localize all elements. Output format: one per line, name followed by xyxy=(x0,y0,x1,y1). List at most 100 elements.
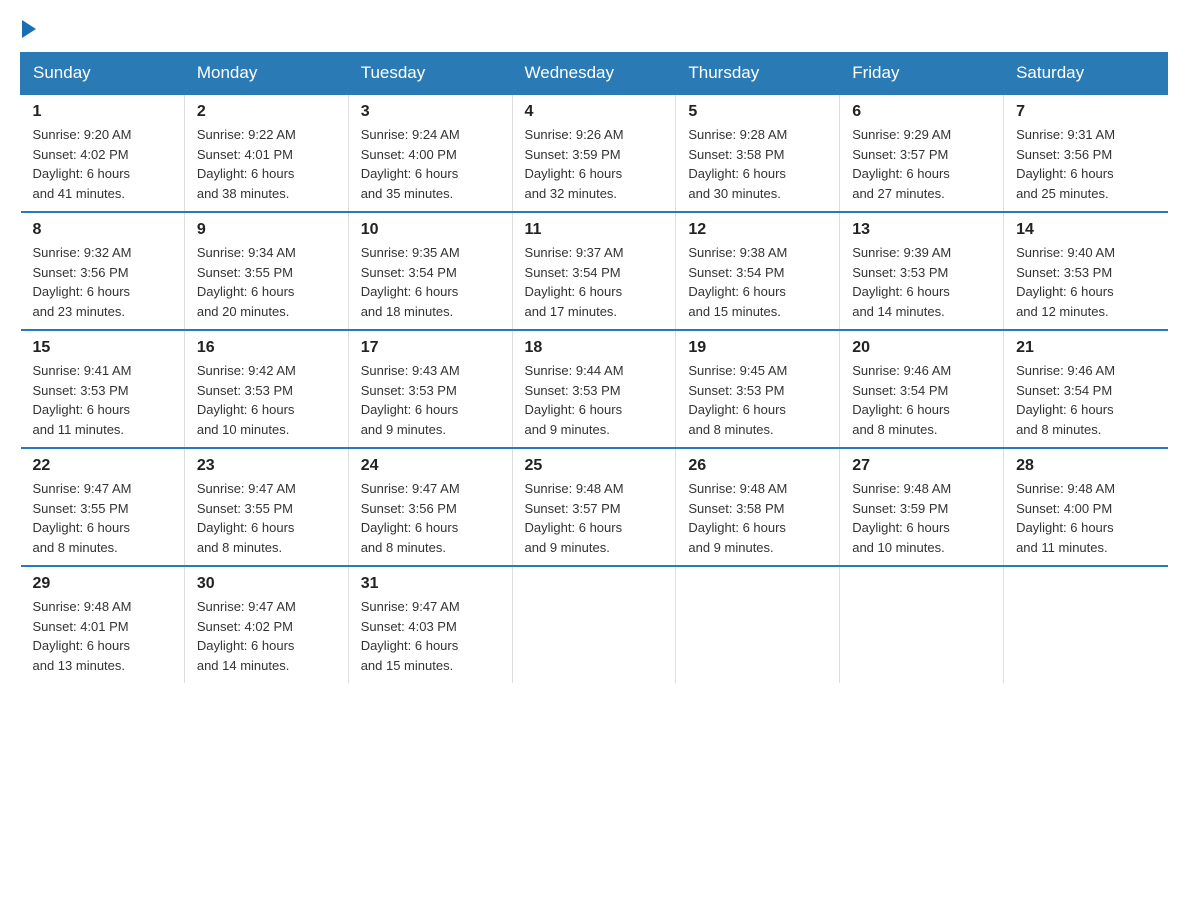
day-info: Sunrise: 9:47 AMSunset: 3:55 PMDaylight:… xyxy=(33,479,172,557)
day-info: Sunrise: 9:41 AMSunset: 3:53 PMDaylight:… xyxy=(33,361,172,439)
day-info: Sunrise: 9:24 AMSunset: 4:00 PMDaylight:… xyxy=(361,125,500,203)
calendar-header-row: SundayMondayTuesdayWednesdayThursdayFrid… xyxy=(21,53,1168,95)
calendar-table: SundayMondayTuesdayWednesdayThursdayFrid… xyxy=(20,52,1168,683)
day-info: Sunrise: 9:37 AMSunset: 3:54 PMDaylight:… xyxy=(525,243,664,321)
day-info: Sunrise: 9:47 AMSunset: 3:56 PMDaylight:… xyxy=(361,479,500,557)
logo-general xyxy=(20,20,36,38)
day-info: Sunrise: 9:35 AMSunset: 3:54 PMDaylight:… xyxy=(361,243,500,321)
day-info: Sunrise: 9:39 AMSunset: 3:53 PMDaylight:… xyxy=(852,243,991,321)
day-info: Sunrise: 9:47 AMSunset: 4:03 PMDaylight:… xyxy=(361,597,500,675)
page-header xyxy=(20,20,1168,32)
day-number: 8 xyxy=(33,221,172,239)
day-info: Sunrise: 9:48 AMSunset: 4:01 PMDaylight:… xyxy=(33,597,172,675)
calendar-day-cell: 10 Sunrise: 9:35 AMSunset: 3:54 PMDaylig… xyxy=(348,212,512,330)
day-number: 27 xyxy=(852,457,991,475)
day-info: Sunrise: 9:40 AMSunset: 3:53 PMDaylight:… xyxy=(1016,243,1155,321)
calendar-day-cell: 11 Sunrise: 9:37 AMSunset: 3:54 PMDaylig… xyxy=(512,212,676,330)
day-number: 20 xyxy=(852,339,991,357)
day-number: 7 xyxy=(1016,103,1155,121)
day-info: Sunrise: 9:46 AMSunset: 3:54 PMDaylight:… xyxy=(1016,361,1155,439)
calendar-week-row: 22 Sunrise: 9:47 AMSunset: 3:55 PMDaylig… xyxy=(21,448,1168,566)
calendar-day-cell: 25 Sunrise: 9:48 AMSunset: 3:57 PMDaylig… xyxy=(512,448,676,566)
calendar-day-cell: 13 Sunrise: 9:39 AMSunset: 3:53 PMDaylig… xyxy=(840,212,1004,330)
day-number: 1 xyxy=(33,103,172,121)
calendar-day-cell: 23 Sunrise: 9:47 AMSunset: 3:55 PMDaylig… xyxy=(184,448,348,566)
calendar-day-cell: 12 Sunrise: 9:38 AMSunset: 3:54 PMDaylig… xyxy=(676,212,840,330)
day-info: Sunrise: 9:32 AMSunset: 3:56 PMDaylight:… xyxy=(33,243,172,321)
empty-cell xyxy=(1004,566,1168,683)
logo-arrow-icon xyxy=(22,20,36,38)
day-info: Sunrise: 9:48 AMSunset: 3:59 PMDaylight:… xyxy=(852,479,991,557)
day-info: Sunrise: 9:20 AMSunset: 4:02 PMDaylight:… xyxy=(33,125,172,203)
day-info: Sunrise: 9:34 AMSunset: 3:55 PMDaylight:… xyxy=(197,243,336,321)
calendar-day-cell: 28 Sunrise: 9:48 AMSunset: 4:00 PMDaylig… xyxy=(1004,448,1168,566)
calendar-week-row: 1 Sunrise: 9:20 AMSunset: 4:02 PMDayligh… xyxy=(21,94,1168,212)
day-number: 18 xyxy=(525,339,664,357)
calendar-day-cell: 5 Sunrise: 9:28 AMSunset: 3:58 PMDayligh… xyxy=(676,94,840,212)
empty-cell xyxy=(512,566,676,683)
day-number: 12 xyxy=(688,221,827,239)
column-header-sunday: Sunday xyxy=(21,53,185,95)
day-info: Sunrise: 9:48 AMSunset: 4:00 PMDaylight:… xyxy=(1016,479,1155,557)
day-number: 2 xyxy=(197,103,336,121)
calendar-day-cell: 3 Sunrise: 9:24 AMSunset: 4:00 PMDayligh… xyxy=(348,94,512,212)
day-number: 22 xyxy=(33,457,172,475)
day-number: 3 xyxy=(361,103,500,121)
day-number: 16 xyxy=(197,339,336,357)
calendar-day-cell: 24 Sunrise: 9:47 AMSunset: 3:56 PMDaylig… xyxy=(348,448,512,566)
calendar-day-cell: 8 Sunrise: 9:32 AMSunset: 3:56 PMDayligh… xyxy=(21,212,185,330)
logo xyxy=(20,20,36,32)
day-number: 31 xyxy=(361,575,500,593)
day-number: 9 xyxy=(197,221,336,239)
calendar-day-cell: 1 Sunrise: 9:20 AMSunset: 4:02 PMDayligh… xyxy=(21,94,185,212)
day-number: 14 xyxy=(1016,221,1155,239)
day-number: 29 xyxy=(33,575,172,593)
column-header-thursday: Thursday xyxy=(676,53,840,95)
day-number: 19 xyxy=(688,339,827,357)
calendar-day-cell: 30 Sunrise: 9:47 AMSunset: 4:02 PMDaylig… xyxy=(184,566,348,683)
calendar-day-cell: 18 Sunrise: 9:44 AMSunset: 3:53 PMDaylig… xyxy=(512,330,676,448)
day-number: 15 xyxy=(33,339,172,357)
day-info: Sunrise: 9:48 AMSunset: 3:57 PMDaylight:… xyxy=(525,479,664,557)
day-info: Sunrise: 9:47 AMSunset: 3:55 PMDaylight:… xyxy=(197,479,336,557)
column-header-tuesday: Tuesday xyxy=(348,53,512,95)
day-number: 17 xyxy=(361,339,500,357)
day-number: 6 xyxy=(852,103,991,121)
calendar-week-row: 29 Sunrise: 9:48 AMSunset: 4:01 PMDaylig… xyxy=(21,566,1168,683)
calendar-day-cell: 4 Sunrise: 9:26 AMSunset: 3:59 PMDayligh… xyxy=(512,94,676,212)
calendar-day-cell: 14 Sunrise: 9:40 AMSunset: 3:53 PMDaylig… xyxy=(1004,212,1168,330)
calendar-day-cell: 7 Sunrise: 9:31 AMSunset: 3:56 PMDayligh… xyxy=(1004,94,1168,212)
day-number: 5 xyxy=(688,103,827,121)
column-header-friday: Friday xyxy=(840,53,1004,95)
day-number: 21 xyxy=(1016,339,1155,357)
day-info: Sunrise: 9:31 AMSunset: 3:56 PMDaylight:… xyxy=(1016,125,1155,203)
calendar-day-cell: 2 Sunrise: 9:22 AMSunset: 4:01 PMDayligh… xyxy=(184,94,348,212)
calendar-week-row: 8 Sunrise: 9:32 AMSunset: 3:56 PMDayligh… xyxy=(21,212,1168,330)
day-number: 30 xyxy=(197,575,336,593)
column-header-monday: Monday xyxy=(184,53,348,95)
empty-cell xyxy=(840,566,1004,683)
calendar-day-cell: 21 Sunrise: 9:46 AMSunset: 3:54 PMDaylig… xyxy=(1004,330,1168,448)
calendar-day-cell: 17 Sunrise: 9:43 AMSunset: 3:53 PMDaylig… xyxy=(348,330,512,448)
empty-cell xyxy=(676,566,840,683)
day-number: 26 xyxy=(688,457,827,475)
calendar-day-cell: 9 Sunrise: 9:34 AMSunset: 3:55 PMDayligh… xyxy=(184,212,348,330)
day-number: 4 xyxy=(525,103,664,121)
day-info: Sunrise: 9:26 AMSunset: 3:59 PMDaylight:… xyxy=(525,125,664,203)
calendar-day-cell: 31 Sunrise: 9:47 AMSunset: 4:03 PMDaylig… xyxy=(348,566,512,683)
column-header-saturday: Saturday xyxy=(1004,53,1168,95)
day-number: 11 xyxy=(525,221,664,239)
day-number: 28 xyxy=(1016,457,1155,475)
day-info: Sunrise: 9:43 AMSunset: 3:53 PMDaylight:… xyxy=(361,361,500,439)
day-info: Sunrise: 9:22 AMSunset: 4:01 PMDaylight:… xyxy=(197,125,336,203)
day-number: 10 xyxy=(361,221,500,239)
day-number: 24 xyxy=(361,457,500,475)
day-info: Sunrise: 9:48 AMSunset: 3:58 PMDaylight:… xyxy=(688,479,827,557)
calendar-day-cell: 6 Sunrise: 9:29 AMSunset: 3:57 PMDayligh… xyxy=(840,94,1004,212)
day-info: Sunrise: 9:47 AMSunset: 4:02 PMDaylight:… xyxy=(197,597,336,675)
calendar-day-cell: 22 Sunrise: 9:47 AMSunset: 3:55 PMDaylig… xyxy=(21,448,185,566)
day-info: Sunrise: 9:44 AMSunset: 3:53 PMDaylight:… xyxy=(525,361,664,439)
day-number: 25 xyxy=(525,457,664,475)
day-info: Sunrise: 9:46 AMSunset: 3:54 PMDaylight:… xyxy=(852,361,991,439)
calendar-day-cell: 29 Sunrise: 9:48 AMSunset: 4:01 PMDaylig… xyxy=(21,566,185,683)
